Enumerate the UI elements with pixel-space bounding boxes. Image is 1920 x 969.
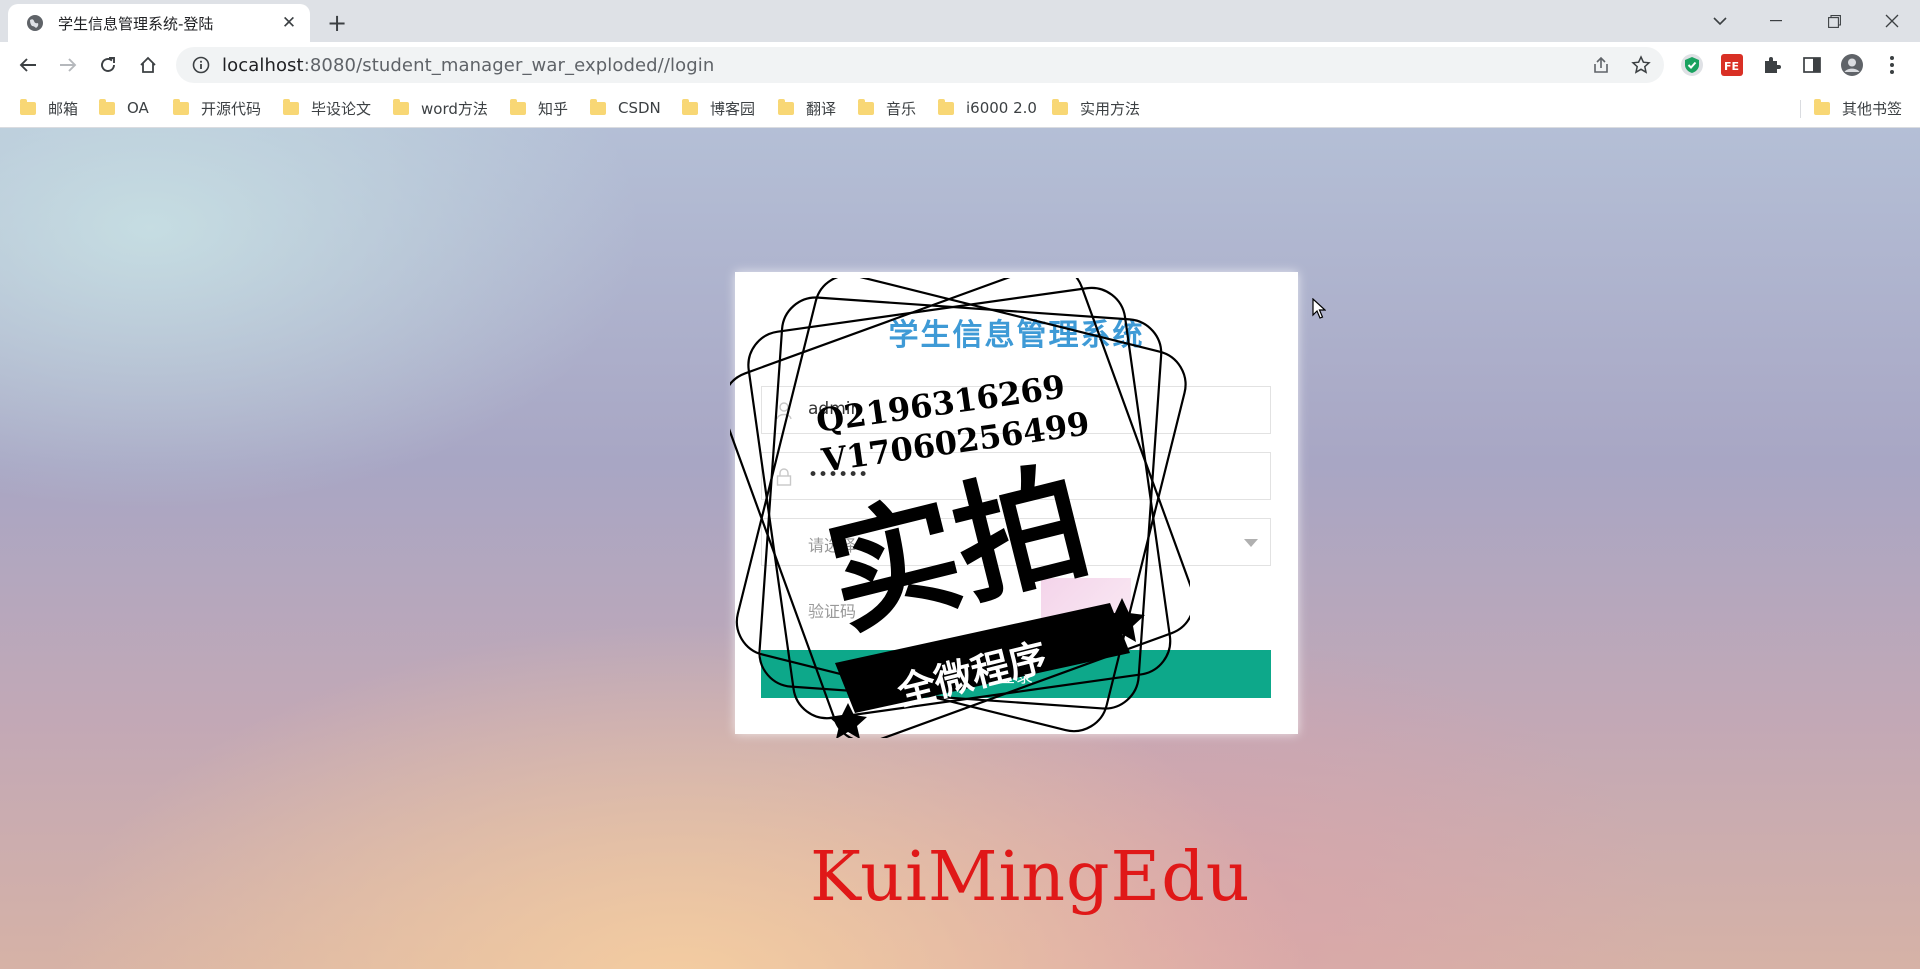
folder-icon [590,98,606,115]
lock-icon [776,468,792,486]
bookmark-folder[interactable]: 博客园 [682,97,755,119]
profile-avatar-icon[interactable] [1838,51,1866,79]
folder-icon [858,98,874,115]
tab-strip: 学生信息管理系统-登陆 ✕ + [0,0,1920,42]
password-value: •••••• [808,465,869,485]
bookmark-label: 音乐 [886,99,917,118]
bookmark-folder[interactable]: 邮箱 [20,97,78,119]
folder-icon [778,98,794,115]
bookmark-label: word方法 [421,99,488,118]
url-path: :8080/student_manager_war_exploded//logi… [303,54,715,76]
bookmark-folder[interactable]: word方法 [393,97,488,119]
role-placeholder: 请选择 [808,536,857,555]
back-arrow-icon [19,58,36,72]
bookmark-folder[interactable]: 实用方法 [1052,97,1140,119]
new-tab-button[interactable]: + [322,8,352,38]
bookmark-label: OA [127,99,149,117]
captcha-field[interactable]: 验证码 [761,584,1271,632]
role-select[interactable]: 请选择 [761,518,1271,566]
share-icon[interactable] [1586,50,1616,80]
bookmark-label: 实用方法 [1080,99,1141,118]
restore-button[interactable] [1806,0,1862,42]
username-value: admin [808,399,862,419]
chevron-down-icon [1244,539,1258,547]
folder-icon [682,98,698,115]
other-bookmarks-folder[interactable]: 其他书签 [1814,97,1902,119]
mouse-cursor-icon [1312,298,1326,319]
bookmarks-divider [1800,100,1801,118]
bookmark-folder[interactable]: 翻译 [778,97,836,119]
brand-text: KuiMingEdu [810,838,1251,917]
home-button[interactable] [132,49,164,81]
bookmark-folder[interactable]: 音乐 [858,97,916,119]
folder-icon [510,98,526,115]
bookmark-folder[interactable]: i6000 2.0 [938,97,1037,119]
reload-icon [101,57,115,72]
system-title: 学生信息管理系统 [888,318,1145,353]
browser-tab-active[interactable]: 学生信息管理系统-登陆 ✕ [8,4,310,42]
home-icon [140,56,156,73]
folder-icon [1052,98,1068,115]
folder-icon [283,98,299,115]
bookmark-label: i6000 2.0 [966,99,1037,117]
globe-icon [27,15,43,31]
bookmark-label: 毕设论文 [311,99,372,118]
folder-icon [173,98,189,115]
info-icon[interactable] [192,56,210,74]
tab-close-icon[interactable]: ✕ [278,12,300,34]
folder-icon [1814,98,1830,115]
login-page: 学生信息管理系统 admin •••••• 请选择 验证码 登录 Q219631… [0,128,1920,969]
browser-toolbar: localhost:8080/student_manager_war_explo… [0,42,1920,88]
fe-extension-icon[interactable]: FE [1718,51,1746,79]
address-bar[interactable]: localhost:8080/student_manager_war_explo… [176,47,1664,83]
login-button[interactable]: 登录 [761,650,1271,698]
bookmark-label: 博客园 [710,99,756,118]
side-panel-icon[interactable] [1798,51,1826,79]
bookmark-star-icon[interactable] [1626,50,1656,80]
folder-icon [938,98,954,115]
forward-arrow-icon [60,58,77,72]
reload-button[interactable] [92,49,124,81]
close-window-button[interactable] [1864,0,1920,42]
folder-icon [393,98,409,115]
forward-button[interactable] [52,49,84,81]
folder-icon [99,98,115,115]
bookmark-folder[interactable]: 开源代码 [173,97,261,119]
bookmark-label: 翻译 [806,99,837,118]
svg-text:FE: FE [1724,60,1739,73]
password-field[interactable]: •••••• [761,452,1271,500]
tab-title: 学生信息管理系统-登陆 [58,14,214,33]
captcha-placeholder: 验证码 [808,602,857,621]
username-field[interactable]: admin [761,386,1271,434]
login-card: 学生信息管理系统 admin •••••• 请选择 验证码 登录 [735,272,1298,734]
bookmark-folder[interactable]: CSDN [590,97,661,119]
tab-search-icon[interactable] [1692,0,1748,42]
url-host: localhost [222,54,304,76]
bookmark-label: 其他书签 [1842,99,1903,118]
shield-extension-icon[interactable] [1678,51,1706,79]
back-button[interactable] [12,49,44,81]
more-menu-icon[interactable] [1878,51,1906,79]
bookmarks-bar: 邮箱 OA 开源代码 毕设论文 word方法 知乎 CSDN 博客园 翻译 音乐… [0,88,1920,128]
bookmark-folder[interactable]: OA [99,97,149,119]
bookmark-label: 开源代码 [201,99,262,118]
url-text: localhost:8080/student_manager_war_explo… [222,55,714,76]
bookmark-folder[interactable]: 知乎 [510,97,568,119]
user-icon [776,402,792,420]
bookmark-label: 邮箱 [48,99,79,118]
bookmark-folder[interactable]: 毕设论文 [283,97,371,119]
captcha-image[interactable] [1041,578,1131,620]
extensions-puzzle-icon[interactable] [1758,51,1786,79]
bookmark-label: 知乎 [538,99,569,118]
minimize-button[interactable] [1748,0,1804,42]
folder-icon [20,98,36,115]
bookmark-label: CSDN [618,99,661,117]
